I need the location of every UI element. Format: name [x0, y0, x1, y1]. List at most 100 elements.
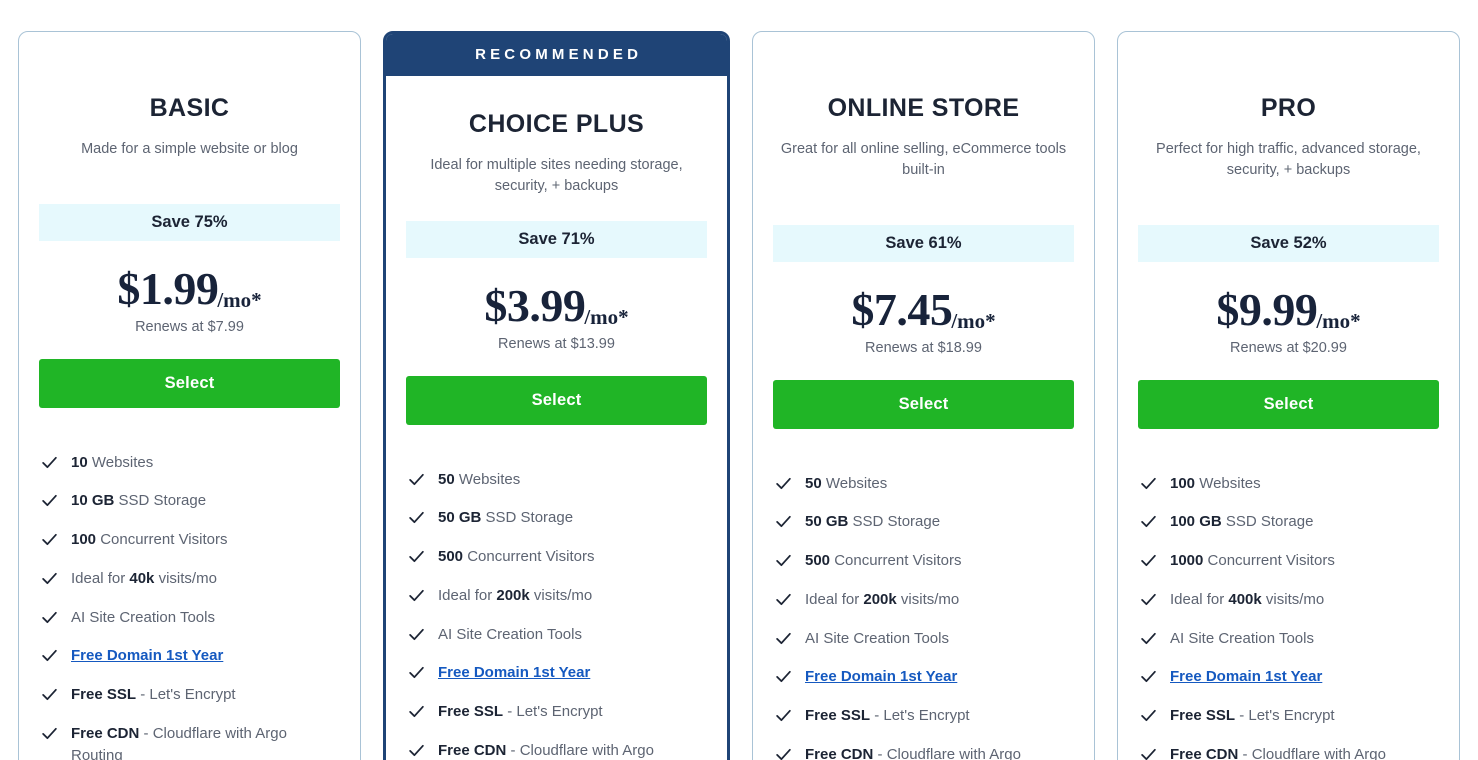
feature-text: Free CDN - Cloudflare with Argo Routing	[438, 740, 707, 760]
check-icon	[41, 609, 58, 626]
feature-label: visits/mo	[529, 586, 593, 604]
feature-value: 100	[71, 531, 97, 549]
feature-value: 200k	[863, 590, 897, 608]
free-domain-link[interactable]: Free Domain 1st Year	[1170, 668, 1322, 685]
feature-prefix: Ideal for	[1170, 590, 1229, 608]
check-icon	[408, 587, 425, 604]
feature-item: Free SSL - Let's Encrypt	[41, 684, 340, 706]
feature-label: SSD Storage	[114, 492, 207, 510]
feature-item: Free CDN - Cloudflare with Argo Routing	[775, 744, 1074, 760]
feature-value: Free SSL	[1170, 707, 1236, 725]
check-icon	[775, 630, 792, 647]
free-domain-link[interactable]: Free Domain 1st Year	[805, 668, 957, 685]
feature-value: 50	[805, 474, 822, 492]
check-icon	[408, 742, 425, 759]
check-icon	[41, 725, 58, 742]
select-button[interactable]: Select	[1138, 379, 1439, 429]
feature-text: 500 Concurrent Visitors	[805, 550, 961, 572]
feature-value: Free CDN	[71, 724, 140, 742]
pricing-plans-grid: BASIC Made for a simple website or blog Sa…	[0, 0, 1478, 760]
feature-label: Concurrent Visitors	[830, 552, 962, 570]
check-icon	[41, 492, 58, 509]
feature-label: - Let's Encrypt	[136, 686, 236, 704]
plan-card-body: CHOICE PLUS Ideal for multiple sites need…	[386, 76, 727, 760]
plan-price: $1.99/mo*	[39, 262, 340, 315]
save-badge: Save 61%	[773, 224, 1074, 262]
feature-value: Free SSL	[438, 703, 504, 721]
feature-value: 10 GB	[71, 492, 115, 510]
feature-item: Ideal for 200k visits/mo	[775, 589, 1074, 611]
plan-title: PRO	[1260, 94, 1317, 122]
feature-text: 50 GB SSD Storage	[805, 511, 940, 533]
feature-value: 50 GB	[805, 513, 849, 531]
check-icon	[1140, 475, 1157, 492]
save-badge: Save 75%	[39, 203, 340, 241]
feature-item: 1000 Concurrent Visitors	[1140, 550, 1439, 572]
feature-text[interactable]: Free Domain 1st Year	[438, 662, 590, 684]
plan-title: BASIC	[149, 94, 230, 122]
feature-text: Free CDN - Cloudflare with Argo Routing	[1170, 744, 1439, 760]
feature-label: AI Site Creation Tools	[1170, 629, 1314, 647]
feature-list: 50 Websites 50 GB SSD Storage 500 Concurre…	[773, 473, 1074, 760]
plan-card-pro: PRO Perfect for high traffic, advanced st…	[1117, 31, 1460, 760]
renewal-price: Renews at $7.99	[135, 318, 244, 335]
check-icon	[1140, 707, 1157, 724]
price-period: /mo*	[1316, 308, 1361, 333]
price-amount: $7.45	[851, 283, 953, 335]
check-icon	[408, 509, 425, 526]
plan-description: Great for all online selling, eCommerce …	[780, 140, 1067, 178]
feature-label: visits/mo	[896, 590, 960, 608]
feature-item: Free CDN - Cloudflare with Argo Routing	[41, 723, 340, 760]
check-icon	[775, 552, 792, 569]
feature-item: 500 Concurrent Visitors	[408, 546, 707, 568]
feature-value: 50 GB	[438, 509, 482, 527]
free-domain-link[interactable]: Free Domain 1st Year	[438, 664, 590, 681]
feature-label: - Let's Encrypt	[503, 703, 603, 721]
feature-text: Ideal for 400k visits/mo	[1170, 589, 1324, 611]
feature-item: 100 GB SSD Storage	[1140, 511, 1439, 533]
plan-card-online-store: ONLINE STORE Great for all online selling…	[752, 31, 1095, 760]
feature-text: 100 Websites	[1170, 473, 1261, 495]
check-icon	[1140, 591, 1157, 608]
check-icon	[41, 531, 58, 548]
check-icon	[1140, 668, 1157, 685]
feature-item: 10 GB SSD Storage	[41, 490, 340, 512]
feature-item: Ideal for 400k visits/mo	[1140, 589, 1439, 611]
price-period: /mo*	[951, 308, 996, 333]
feature-label: - Let's Encrypt	[870, 707, 970, 725]
plan-card-body: ONLINE STORE Great for all online selling…	[753, 32, 1094, 760]
feature-item: 100 Concurrent Visitors	[41, 529, 340, 551]
select-button[interactable]: Select	[773, 379, 1074, 429]
feature-value: Free CDN	[1170, 745, 1239, 760]
select-button[interactable]: Select	[39, 358, 340, 408]
feature-value: 200k	[496, 586, 530, 604]
select-button[interactable]: Select	[406, 375, 707, 425]
plan-title: CHOICE PLUS	[468, 110, 645, 138]
check-icon	[408, 703, 425, 720]
feature-text[interactable]: Free Domain 1st Year	[71, 645, 223, 667]
renewal-price: Renews at $18.99	[865, 339, 982, 356]
check-icon	[41, 570, 58, 587]
feature-label: Websites	[87, 453, 154, 471]
plan-price: $7.45/mo*	[773, 283, 1074, 336]
feature-value: 500	[805, 552, 831, 570]
feature-label: Concurrent Visitors	[463, 548, 595, 566]
feature-item: 10 Websites	[41, 452, 340, 474]
check-icon	[41, 454, 58, 471]
feature-text[interactable]: Free Domain 1st Year	[805, 666, 957, 688]
plan-title: ONLINE STORE	[827, 94, 1020, 122]
feature-label: visits/mo	[1261, 590, 1325, 608]
feature-text: Free CDN - Cloudflare with Argo Routing	[805, 744, 1074, 760]
check-icon	[408, 664, 425, 681]
check-icon	[1140, 630, 1157, 647]
plan-card-body: BASIC Made for a simple website or blog Sa…	[19, 32, 360, 760]
check-icon	[41, 647, 58, 664]
feature-item: Free SSL - Let's Encrypt	[408, 701, 707, 723]
feature-text[interactable]: Free Domain 1st Year	[1170, 666, 1322, 688]
feature-text: AI Site Creation Tools	[1170, 628, 1314, 650]
feature-label: visits/mo	[154, 569, 217, 587]
feature-label: SSD Storage	[848, 513, 941, 531]
free-domain-link[interactable]: Free Domain 1st Year	[71, 647, 223, 664]
feature-value: 50	[438, 470, 455, 488]
check-icon	[1140, 746, 1157, 760]
